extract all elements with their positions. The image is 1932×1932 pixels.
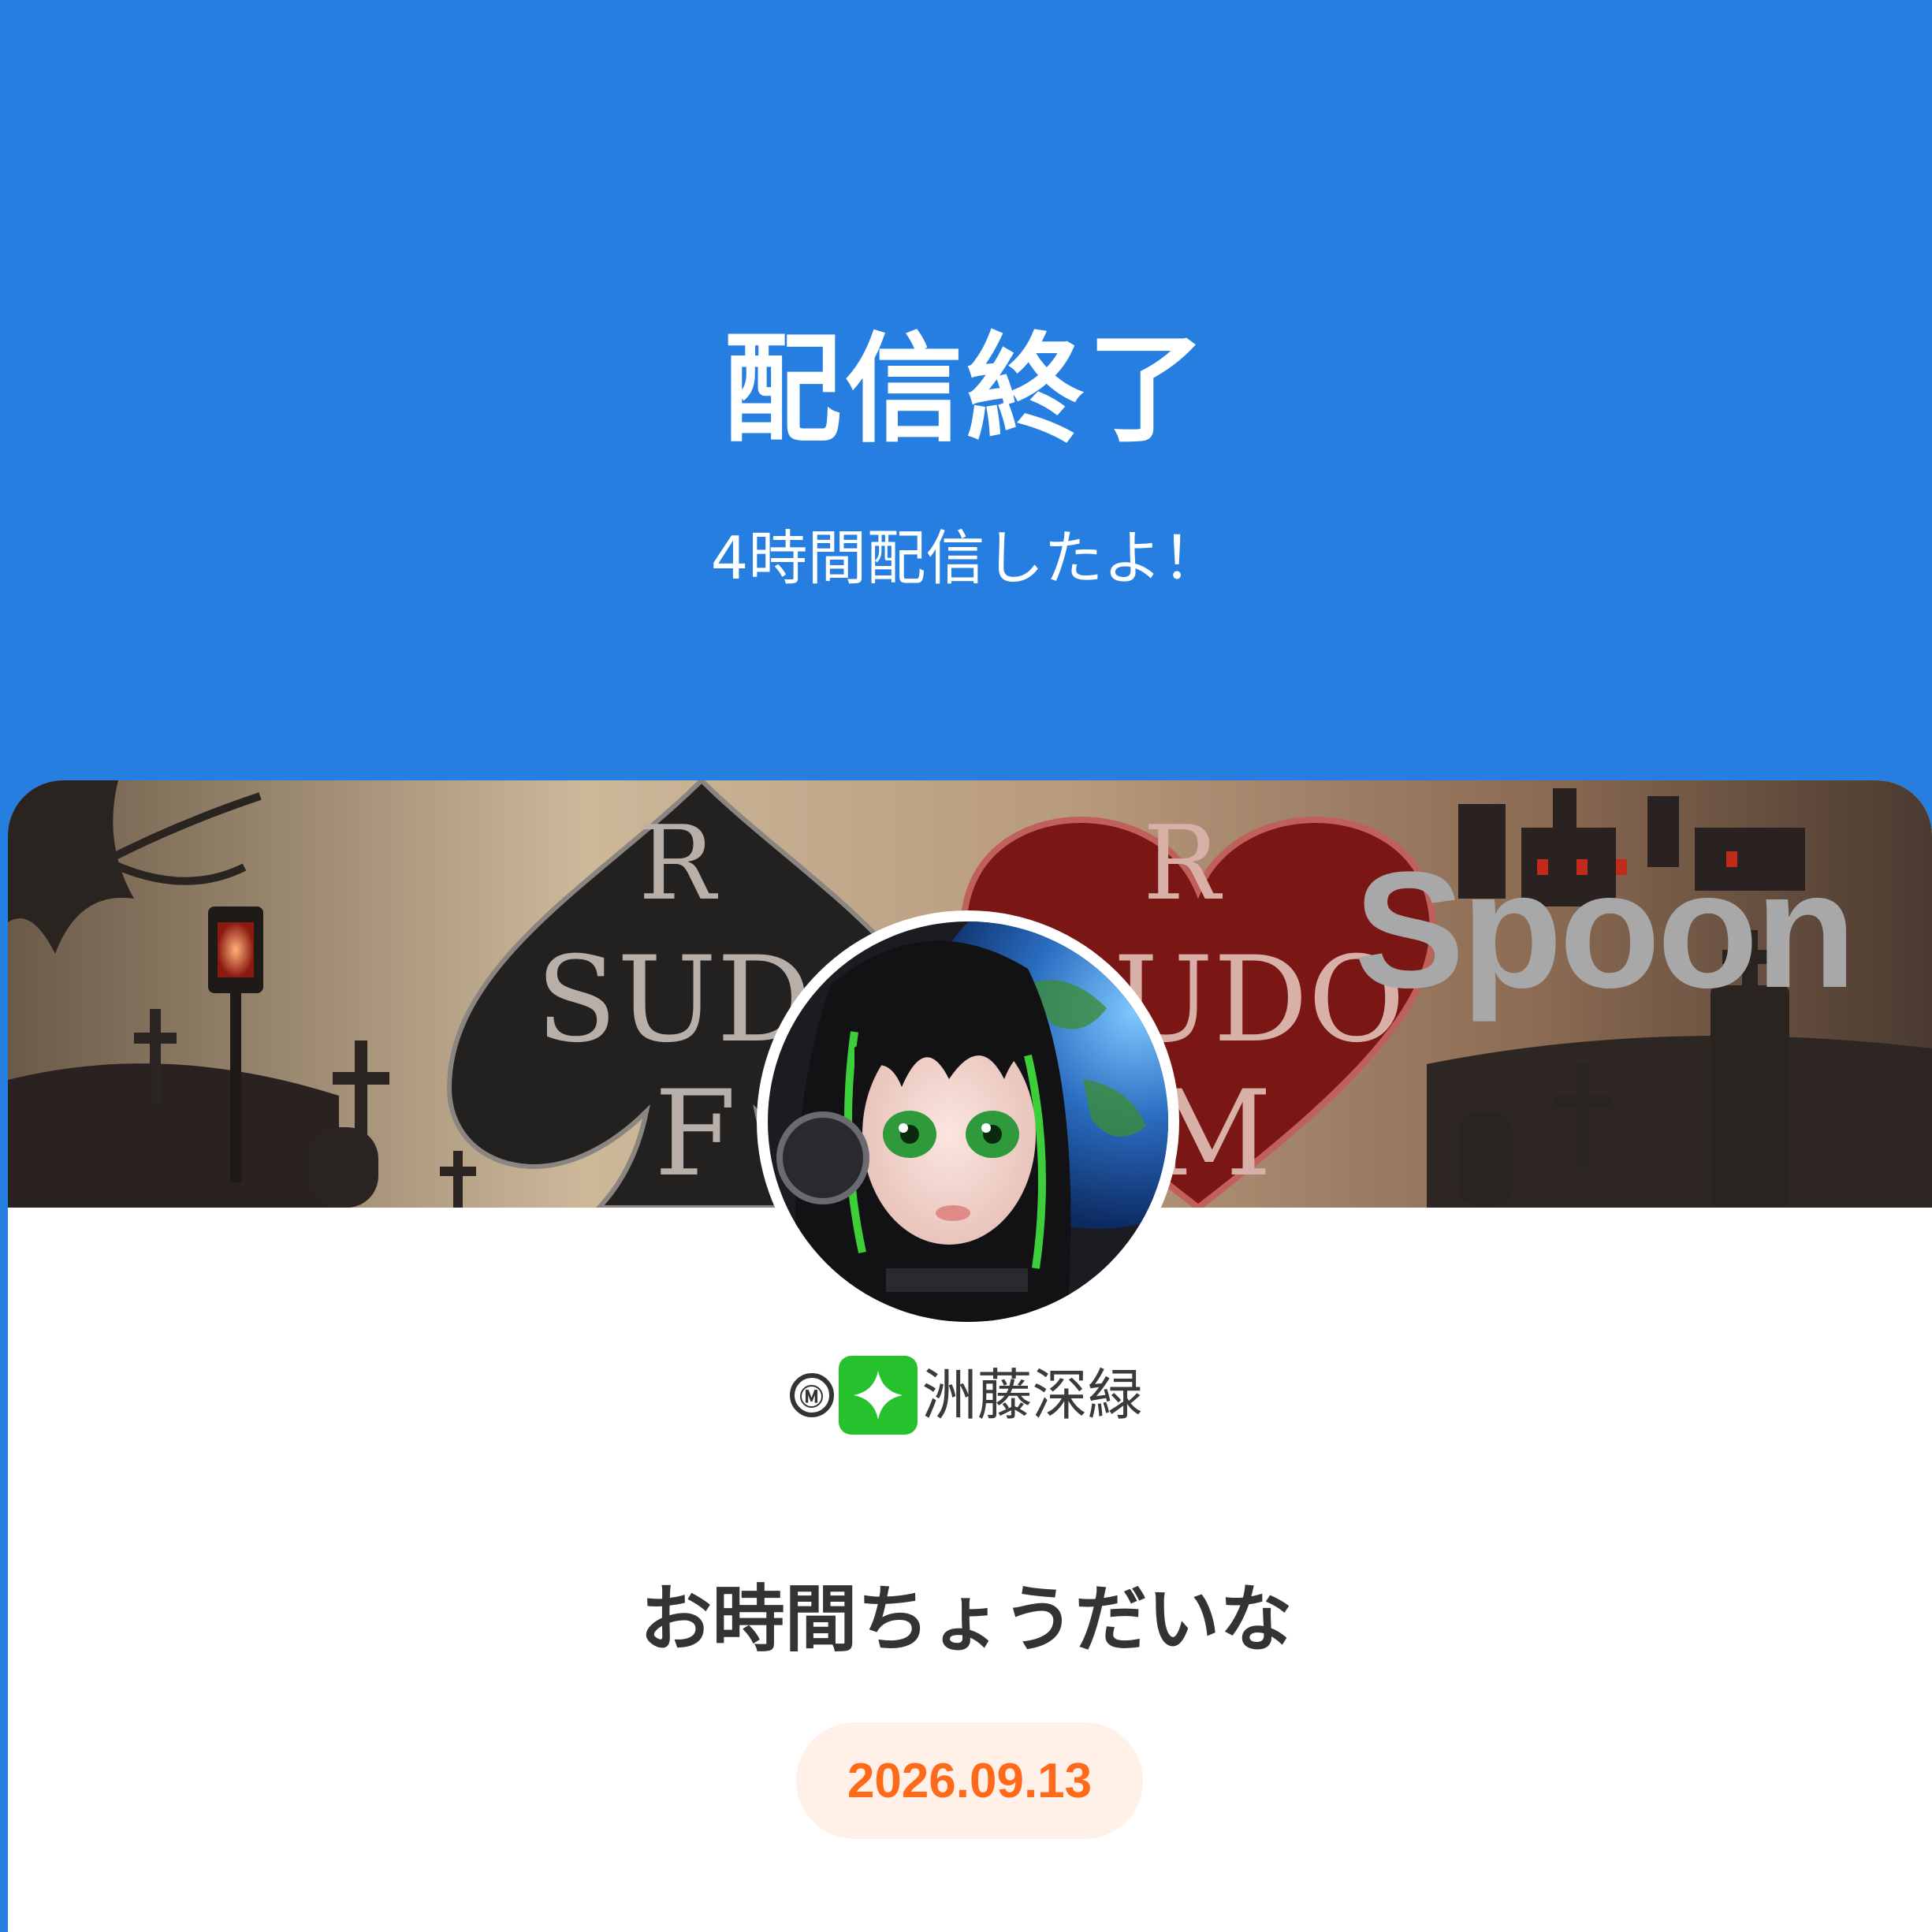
spoon-logo: Spoon xyxy=(1353,837,1856,1022)
stream-duration-text: 4時間配信したよ！ xyxy=(710,523,1222,593)
m-badge-icon: Ⓜ xyxy=(789,1373,834,1417)
avatar[interactable] xyxy=(757,910,1179,1333)
broadcast-title: お時間ちょうだいな xyxy=(639,1577,1293,1662)
username-row: Ⓜ 洲藤深緑 xyxy=(0,1356,1932,1435)
username: 洲藤深緑 xyxy=(921,1363,1143,1428)
svg-text:R: R xyxy=(1143,803,1223,923)
stream-ended-screen: 配信終了 4時間配信したよ！ R SUDO F R SUDO M Spoon Ⓜ… xyxy=(0,0,1932,1932)
page-title: 配信終了 xyxy=(723,322,1209,459)
avatar-image xyxy=(768,921,1168,1322)
svg-text:F: F xyxy=(654,1066,736,1203)
broadcast-date-badge: 2026.09.13 xyxy=(796,1722,1143,1839)
svg-text:R: R xyxy=(638,803,718,923)
sparkle-icon xyxy=(838,1356,918,1435)
